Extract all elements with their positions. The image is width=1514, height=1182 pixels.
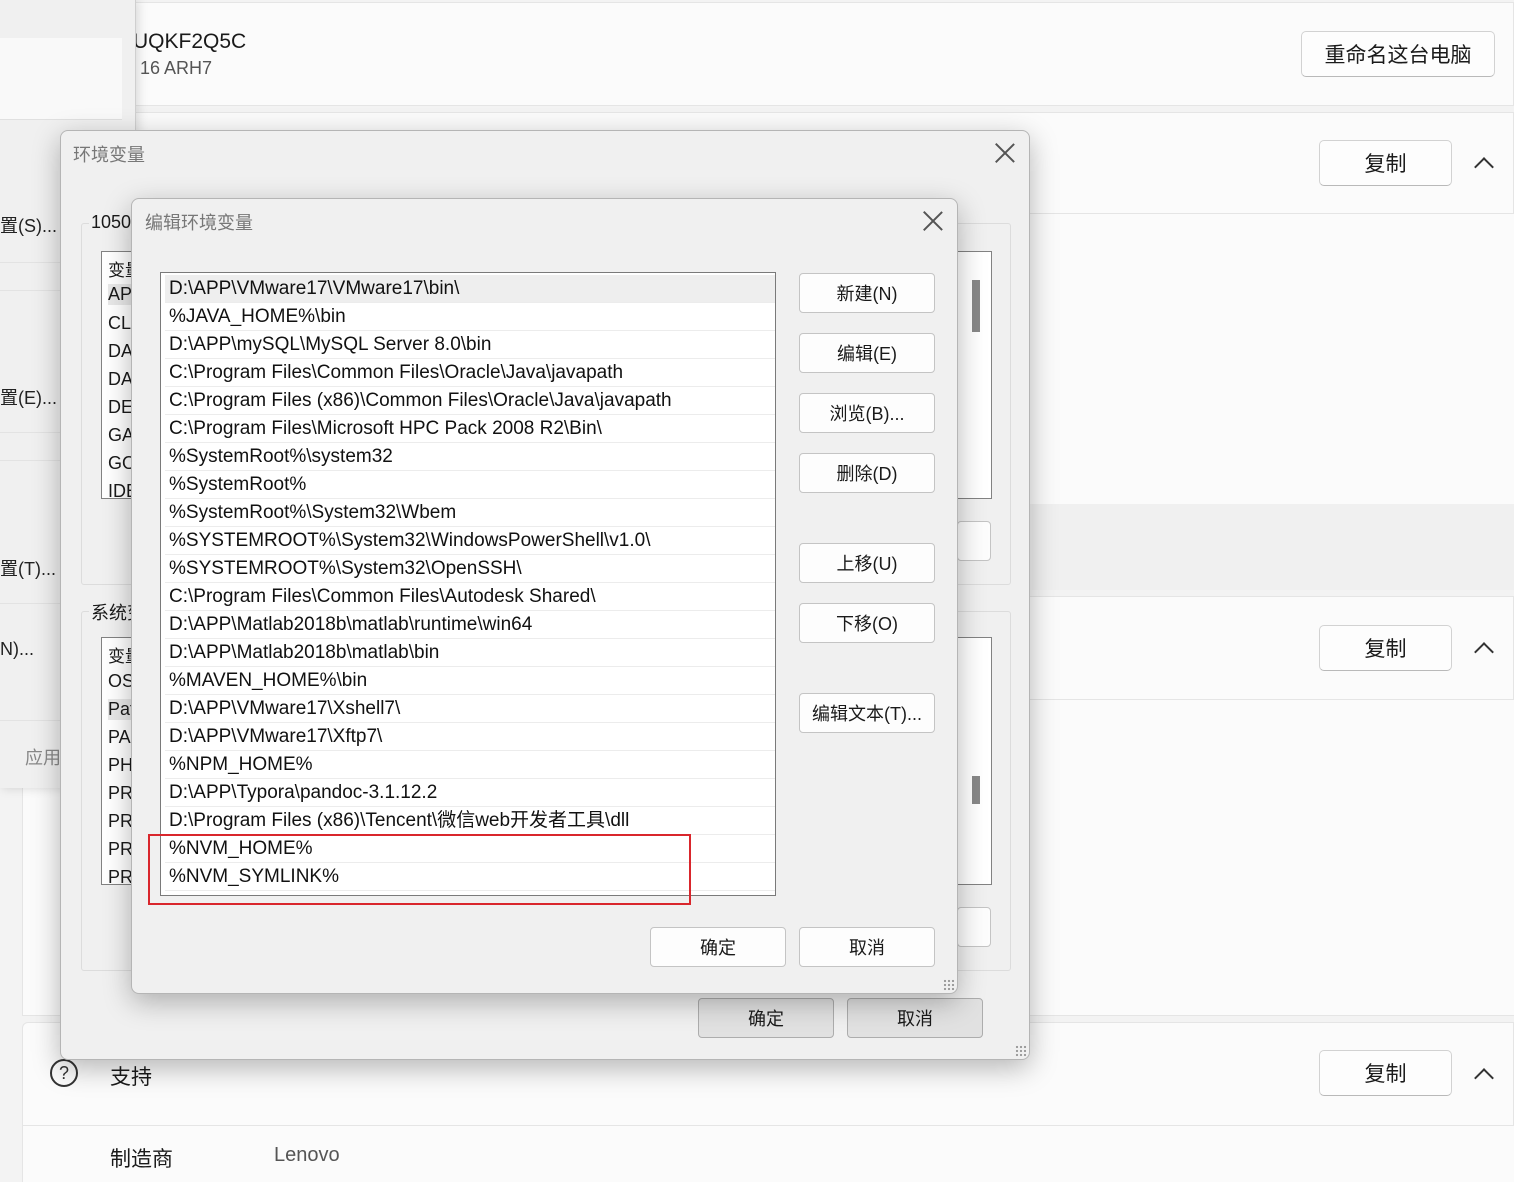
system-var-row[interactable]: PA [108,727,131,748]
help-icon: ? [50,1059,78,1087]
browse-button[interactable]: 浏览(B)... [799,393,935,433]
copy-specs-button[interactable]: 复制 [1319,140,1452,186]
user-list-scrollbar-thumb[interactable] [972,280,980,332]
path-list-item[interactable]: D:\APP\VMware17\Xshell7\ [165,695,775,723]
envvars-cancel-button[interactable]: 取消 [847,998,983,1038]
path-list-item[interactable]: D:\APP\Matlab2018b\matlab\runtime\win64 [165,611,775,639]
envvars-resize-grip-icon[interactable] [1015,1045,1027,1057]
edit-cancel-button[interactable]: 取消 [799,927,935,967]
edit-resize-grip-icon[interactable] [943,979,955,991]
move-down-button[interactable]: 下移(O) [799,603,935,643]
system-var-row[interactable]: PR [108,783,133,804]
path-list-item[interactable]: %SYSTEMROOT%\System32\OpenSSH\ [165,555,775,583]
edit-text-button[interactable]: 编辑文本(T)... [799,693,935,733]
edit-dialog-close-icon[interactable] [922,210,944,232]
path-list-item[interactable]: D:\APP\VMware17\Xftp7\ [165,723,775,751]
path-list-item[interactable]: D:\APP\Typora\pandoc-3.1.12.2 [165,779,775,807]
manufacturer-value: Lenovo [274,1144,340,1166]
path-list-item[interactable]: %SystemRoot% [165,471,775,499]
copy-support-button[interactable]: 复制 [1319,1050,1452,1096]
path-list-item[interactable]: D:\APP\VMware17\VMware17\bin\ [165,275,775,303]
nvm-highlight-box [148,834,691,905]
edit-dialog-title: 编辑环境变量 [145,213,253,233]
path-list-item[interactable]: %MAVEN_HOME%\bin [165,667,775,695]
envvars-close-icon[interactable] [994,142,1016,164]
user-variables-group-label: 1050 [89,212,134,233]
path-list-item[interactable]: D:\APP\Matlab2018b\matlab\bin [165,639,775,667]
envvars-dialog-title: 环境变量 [73,145,145,165]
support-body [22,1126,1514,1182]
device-model: 16 ARH7 [140,58,213,78]
new-button[interactable]: 新建(N) [799,273,935,313]
edit-ok-button[interactable]: 确定 [650,927,786,967]
copy-windows-specs-button[interactable]: 复制 [1319,625,1452,671]
apply-button[interactable]: 应用 [25,744,61,770]
manufacturer-label: 制造商 [110,1148,173,1171]
sysprops-top-pane [0,38,122,120]
path-list-item[interactable]: C:\Program Files\Common Files\Autodesk S… [165,583,775,611]
system-list-scrollbar-thumb[interactable] [972,776,980,804]
envvars-ok-button[interactable]: 确定 [698,998,834,1038]
path-list-item[interactable]: %SYSTEMROOT%\System32\WindowsPowerShell\… [165,527,775,555]
system-var-row[interactable]: PR [108,867,133,884]
device-name: UQKF2Q5C [133,30,247,53]
path-list-item[interactable]: D:\Program Files (x86)\Tencent\微信web开发者工… [165,807,775,835]
rename-pc-button[interactable]: 重命名这台电脑 [1301,31,1495,77]
support-label: 支持 [110,1066,152,1089]
user-var-row[interactable]: DA [108,341,133,362]
system-var-row[interactable]: PR [108,839,133,860]
edit-button[interactable]: 编辑(E) [799,333,935,373]
system-vars-button-stub[interactable] [957,907,991,947]
user-vars-button-stub[interactable] [957,521,991,561]
move-up-button[interactable]: 上移(U) [799,543,935,583]
path-list-item[interactable]: D:\APP\mySQL\MySQL Server 8.0\bin [165,331,775,359]
path-list-item[interactable]: %NPM_HOME% [165,751,775,779]
user-var-row[interactable]: DA [108,369,133,390]
path-list[interactable]: D:\APP\VMware17\VMware17\bin\ %JAVA_HOME%… [160,272,776,896]
path-list-item[interactable]: C:\Program Files\Microsoft HPC Pack 2008… [165,415,775,443]
system-var-row[interactable]: PH [108,755,133,776]
path-list-item[interactable]: %JAVA_HOME%\bin [165,303,775,331]
user-var-row[interactable]: DE [108,397,133,418]
system-var-row[interactable]: PR [108,811,133,832]
delete-button[interactable]: 删除(D) [799,453,935,493]
path-list-item[interactable]: C:\Program Files\Common Files\Oracle\Jav… [165,359,775,387]
path-list-item[interactable]: %SystemRoot%\System32\Wbem [165,499,775,527]
path-list-item[interactable]: %SystemRoot%\system32 [165,443,775,471]
path-list-item[interactable]: C:\Program Files (x86)\Common Files\Orac… [165,387,775,415]
